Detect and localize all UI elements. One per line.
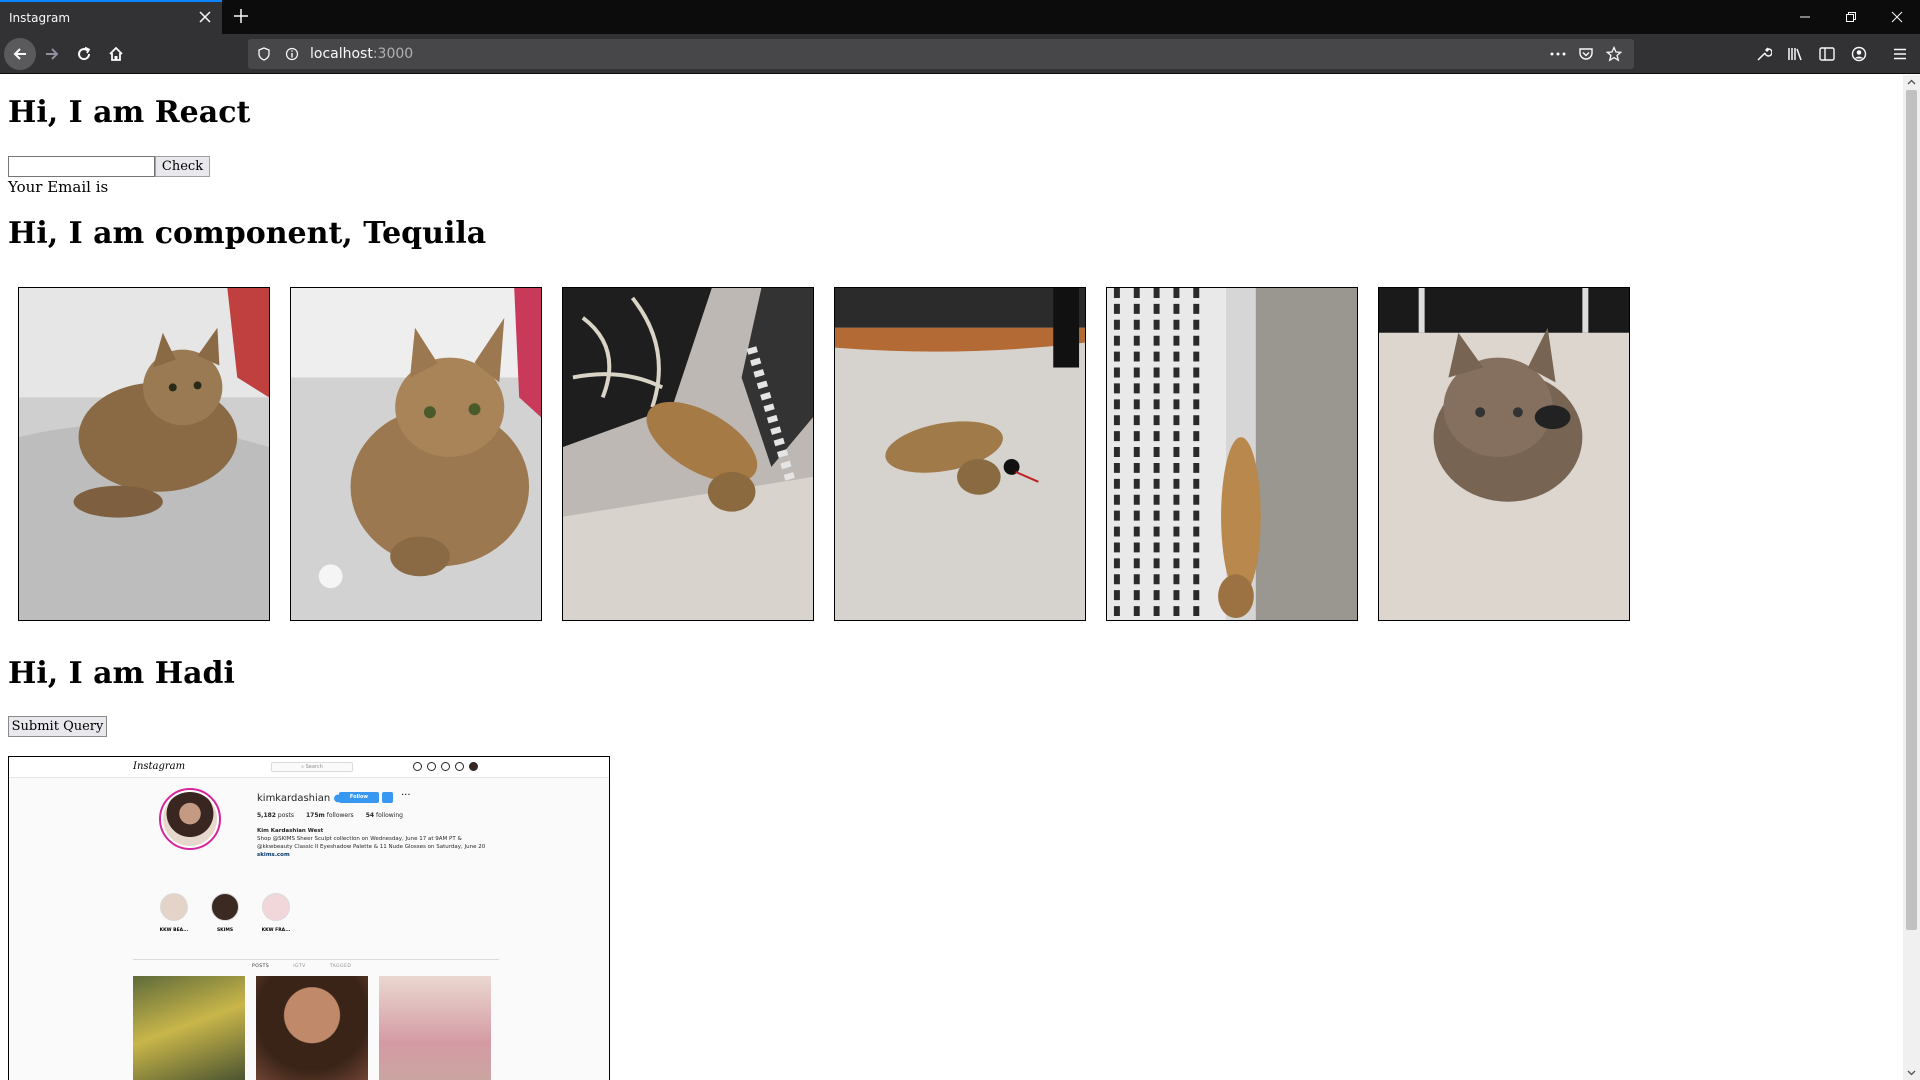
ig-follow-button: Follow [339,792,379,803]
tab-title: Instagram [9,11,71,25]
cat-photo-4 [834,287,1086,621]
page-content: Hi, I am React Check Your Email is Hi, I… [0,75,1903,1080]
ig-stats: 5,182 posts 175m followers 54 following [257,812,403,819]
ig-header: Instagram ⌕ Search [9,757,609,778]
ig-logo: Instagram [133,761,186,772]
scrollbar-thumb[interactable] [1906,90,1917,930]
email-input[interactable] [8,156,155,177]
reload-icon[interactable] [68,38,100,70]
ig-divider [133,959,499,960]
ig-avatar [159,788,221,850]
wrench-icon[interactable] [1752,42,1776,66]
cat-photo-6 [1378,287,1630,621]
url-text: localhost:3000 [310,46,414,62]
minimize-icon[interactable] [1782,0,1828,34]
ig-post [379,976,491,1080]
ig-search: ⌕ Search [271,762,353,772]
back-icon[interactable] [4,38,36,70]
ig-highlight: KKW FRA... [261,893,291,933]
ig-dropdown [382,792,393,803]
menu-icon[interactable] [1888,42,1912,66]
scroll-up-icon[interactable] [1903,75,1920,89]
ig-highlight: SKIMS [210,893,240,933]
ig-bio: Kim Kardashian West Shop @SKIMS Sheer Sc… [257,828,486,858]
ig-post-grid [133,976,491,1080]
ig-nav-icons [413,762,478,771]
bookmark-star-icon[interactable] [1604,44,1624,64]
navigation-toolbar: localhost:3000 [0,34,1920,74]
page-actions-icon[interactable] [1548,44,1568,64]
email-text: Your Email is [8,178,109,196]
heading-component: Hi, I am component, Tequila [8,216,487,251]
cat-photo-5 [1106,287,1358,621]
new-tab-icon[interactable] [229,4,253,28]
ig-highlight: KKW BEA... [159,893,189,933]
library-icon[interactable] [1784,42,1808,66]
ig-tabs: POSTS IGTV TAGGED [252,964,352,969]
address-bar[interactable]: localhost:3000 [248,39,1634,69]
home-icon[interactable] [100,38,132,70]
vertical-scrollbar[interactable] [1903,75,1920,1080]
tab-bar: Instagram [0,0,1920,34]
restore-icon[interactable] [1828,0,1874,34]
submit-query-button[interactable]: Submit Query [8,716,107,737]
heading-react: Hi, I am React [8,95,251,130]
pocket-icon[interactable] [1576,44,1596,64]
sidebar-icon[interactable] [1815,42,1839,66]
check-button[interactable]: Check [155,156,210,177]
cat-photo-2 [290,287,542,621]
shield-icon[interactable] [254,44,274,64]
cat-photo-1 [18,287,270,621]
account-icon[interactable] [1847,42,1871,66]
ig-more-icon: ··· [401,790,411,801]
cat-photo-3 [562,287,814,621]
info-icon[interactable] [282,44,302,64]
ig-username: kimkardashian ● [257,793,343,804]
close-tab-icon[interactable] [194,6,216,28]
instagram-profile-screenshot: Instagram ⌕ Search kimkardashian ● Follo… [8,756,610,1080]
ig-post [256,976,368,1080]
scroll-down-icon[interactable] [1903,1066,1920,1080]
ig-post [133,976,245,1080]
browser-tab[interactable]: Instagram [0,0,222,34]
forward-icon[interactable] [36,38,68,70]
heading-hadi: Hi, I am Hadi [8,656,235,691]
close-window-icon[interactable] [1874,0,1920,34]
